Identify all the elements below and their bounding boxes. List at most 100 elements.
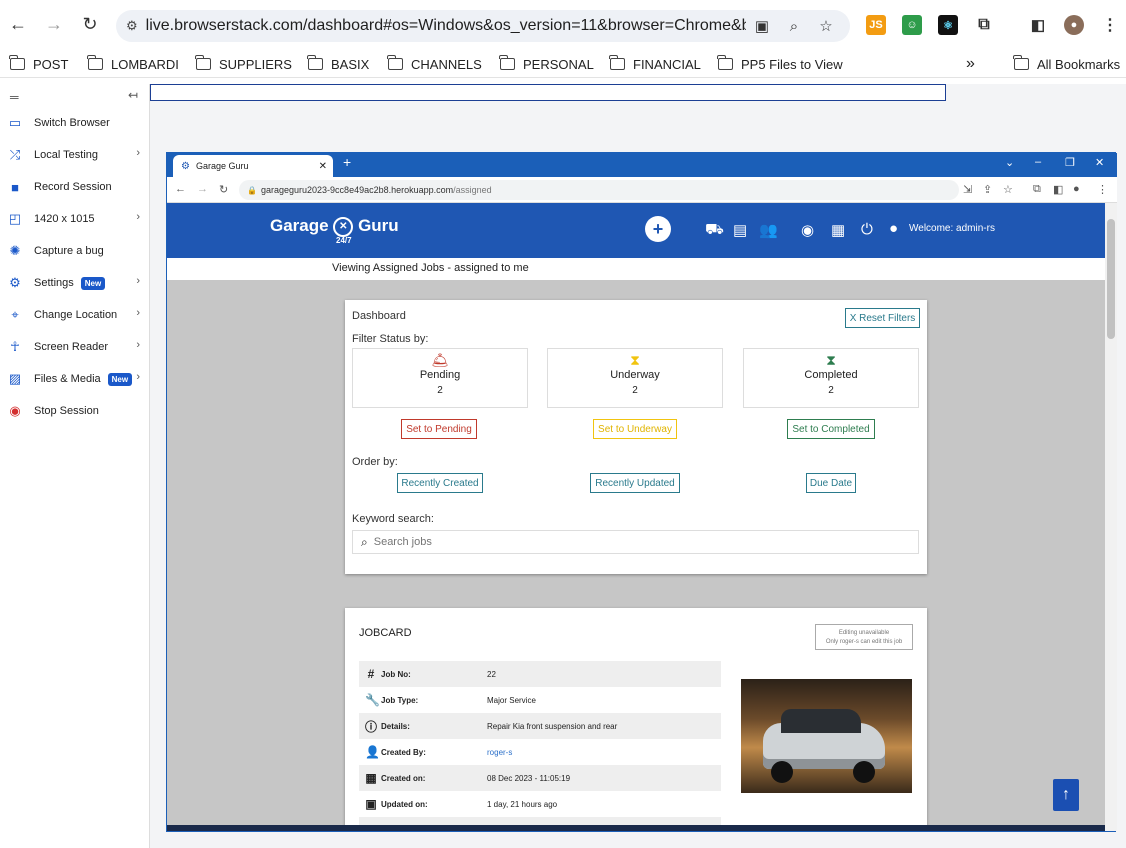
bookmark-folder[interactable]: SUPPLIERS — [195, 54, 292, 74]
back-icon[interactable]: ← — [6, 12, 30, 36]
forward-icon[interactable]: → — [197, 183, 208, 195]
chevron-down-icon[interactable]: ⌄ — [1005, 156, 1014, 169]
sidebar-item-switch-browser[interactable]: ▭ Switch Browser — [0, 110, 150, 136]
edit-note-line2: Only roger-s can edit this job — [825, 639, 903, 645]
sidebar-item-settings[interactable]: ⚙ Settings New › — [0, 270, 150, 296]
filter-completed[interactable]: ⧗ Completed 2 — [743, 348, 919, 408]
remote-tab[interactable]: ⚙ Garage Guru ✕ — [173, 155, 333, 177]
remote-scrollbar[interactable] — [1105, 203, 1117, 831]
side-panel-icon[interactable]: ◧ — [1028, 15, 1048, 35]
team-icon[interactable]: 👥 — [759, 221, 778, 239]
js-extension-icon[interactable]: JS — [866, 15, 886, 35]
remote-tab-strip: ⚙ Garage Guru ✕ + ⌄ – ❐ ✕ — [167, 153, 1117, 177]
new-tab-icon[interactable]: + — [343, 154, 351, 170]
extensions-puzzle-icon[interactable]: ⧉ — [1033, 183, 1041, 196]
sidebar-item-resolution[interactable]: ◰ 1420 x 1015 › — [0, 206, 150, 232]
order-recently-created-button[interactable]: Recently Created — [397, 473, 483, 493]
bookmark-folder[interactable]: POST — [9, 54, 68, 74]
car-window-shape — [781, 709, 861, 733]
sidebar-item-capture-bug[interactable]: ✺ Capture a bug — [0, 238, 150, 264]
status-name: Underway — [610, 369, 660, 381]
resize-icon: ◰ — [8, 211, 22, 226]
clipboard-icon[interactable]: ▣ — [752, 16, 772, 36]
order-due-date-button[interactable]: Due Date — [806, 473, 856, 493]
menu-kebab-icon[interactable]: ⋮ — [1097, 183, 1108, 196]
site-settings-icon[interactable]: ⚙ — [126, 18, 138, 34]
sidebar-item-files-media[interactable]: ▨ Files & Media New › — [0, 366, 150, 392]
calendar-plus-icon: ▣ — [365, 797, 377, 811]
add-job-icon[interactable]: + — [645, 216, 671, 242]
order-recently-updated-button[interactable]: Recently Updated — [590, 473, 680, 493]
browserstack-sidebar: ═ ↤ ▭ Switch Browser ⤮ Local Testing › ■… — [0, 84, 150, 848]
bookmark-label: LOMBARDI — [111, 56, 179, 72]
bookmark-folder[interactable]: FINANCIAL — [609, 54, 701, 74]
bookmark-label: PERSONAL — [523, 56, 594, 72]
profile-icon[interactable]: ● — [1073, 183, 1080, 195]
car-icon[interactable]: ⛟ — [705, 221, 724, 240]
filter-underway[interactable]: ⧗ Underway 2 — [547, 348, 723, 408]
bookmark-folder[interactable]: CHANNELS — [387, 54, 482, 74]
forward-icon[interactable]: → — [42, 12, 66, 36]
power-icon[interactable]: ⏻ — [861, 221, 873, 238]
bookmark-folder[interactable]: BASIX — [307, 54, 369, 74]
scroll-to-top-button[interactable]: ↑ — [1053, 779, 1079, 811]
address-bar[interactable]: ⚙ live.browserstack.com/dashboard#os=Win… — [116, 10, 850, 42]
extensions-puzzle-icon[interactable]: ⧉ — [974, 15, 994, 35]
more-bookmarks-icon[interactable]: » — [966, 54, 975, 74]
viewing-caption: Viewing Assigned Jobs - assigned to me — [167, 258, 1105, 280]
set-completed-button[interactable]: Set to Completed — [787, 419, 875, 439]
location-pin-icon: ⌖ — [11, 307, 19, 322]
folder-icon — [499, 55, 515, 70]
search-field[interactable]: ⌕ — [352, 530, 919, 554]
row-value: Repair Kia front suspension and rear — [487, 721, 618, 731]
address-text[interactable]: live.browserstack.com/dashboard#os=Windo… — [146, 17, 746, 35]
back-icon[interactable]: ← — [175, 183, 186, 195]
sidebar-item-record-session[interactable]: ■ Record Session — [0, 174, 150, 200]
install-icon[interactable]: ⇲ — [963, 183, 972, 196]
reload-icon[interactable]: ↻ — [78, 12, 102, 36]
garage-guru-logo[interactable]: Garage ✕ Guru 24/7 — [270, 216, 399, 245]
scrollbar-thumb[interactable] — [1107, 219, 1115, 339]
sidebar-item-screen-reader[interactable]: ☥ Screen Reader › — [0, 334, 150, 360]
star-icon[interactable]: ☆ — [1003, 183, 1013, 196]
menu-kebab-icon[interactable]: ⋮ — [1100, 15, 1120, 35]
clipboard-icon[interactable]: ▤ — [733, 221, 747, 239]
created-by-link[interactable]: roger-s — [487, 748, 512, 757]
close-tab-icon[interactable]: ✕ — [319, 161, 327, 172]
bookmark-label: SUPPLIERS — [219, 56, 292, 72]
minimize-icon[interactable]: – — [1035, 156, 1041, 168]
filter-pending[interactable]: 🛎 Pending 2 — [352, 348, 528, 408]
sidebar-item-local-testing[interactable]: ⤮ Local Testing › — [0, 142, 150, 168]
shuffle-icon: ⤮ — [9, 147, 21, 162]
restore-icon[interactable]: ❐ — [1065, 156, 1075, 169]
robot-extension-icon[interactable]: ☺ — [902, 15, 922, 35]
collapse-sidebar-icon[interactable]: ↤ — [128, 88, 138, 102]
table-row: ▦ Created on: 08 Dec 2023 - 11:05:19 — [359, 765, 721, 791]
drag-handle-icon[interactable]: ═ — [10, 90, 19, 104]
zoom-icon[interactable]: ⌕ — [784, 16, 804, 36]
bookmark-folder[interactable]: LOMBARDI — [87, 54, 179, 74]
accessibility-icon: ☥ — [10, 339, 20, 354]
bookmark-folder[interactable]: PERSONAL — [499, 54, 594, 74]
react-extension-icon[interactable]: ⚛ — [938, 15, 958, 35]
profile-avatar[interactable]: ● — [1064, 15, 1084, 35]
share-icon[interactable]: ⇪ — [983, 183, 992, 196]
side-panel-icon[interactable]: ◧ — [1053, 183, 1063, 196]
reset-filters-button[interactable]: X Reset Filters — [845, 308, 920, 328]
calculator-icon[interactable]: ▦ — [831, 221, 845, 239]
eye-icon[interactable]: ◉ — [801, 221, 814, 239]
remote-address-bar[interactable]: 🔒 garageguru2023-9cc8e49ac2b8.herokuapp.… — [239, 180, 959, 200]
close-window-icon[interactable]: ✕ — [1095, 156, 1104, 169]
bug-icon: ✺ — [9, 243, 21, 258]
sidebar-item-stop-session[interactable]: ◉ Stop Session — [0, 398, 150, 424]
search-input[interactable] — [373, 536, 874, 548]
wrench-logo-icon: ✕ — [333, 216, 354, 237]
reload-icon[interactable]: ↻ — [219, 183, 228, 196]
star-icon[interactable]: ☆ — [816, 16, 836, 36]
bookmark-folder[interactable]: PP5 Files to View — [717, 54, 843, 74]
set-pending-button[interactable]: Set to Pending — [401, 419, 477, 439]
all-bookmarks-folder[interactable]: All Bookmarks — [1013, 54, 1120, 74]
sidebar-item-change-location[interactable]: ⌖ Change Location › — [0, 302, 150, 328]
set-underway-button[interactable]: Set to Underway — [593, 419, 677, 439]
browserstack-top-field[interactable] — [150, 84, 946, 101]
